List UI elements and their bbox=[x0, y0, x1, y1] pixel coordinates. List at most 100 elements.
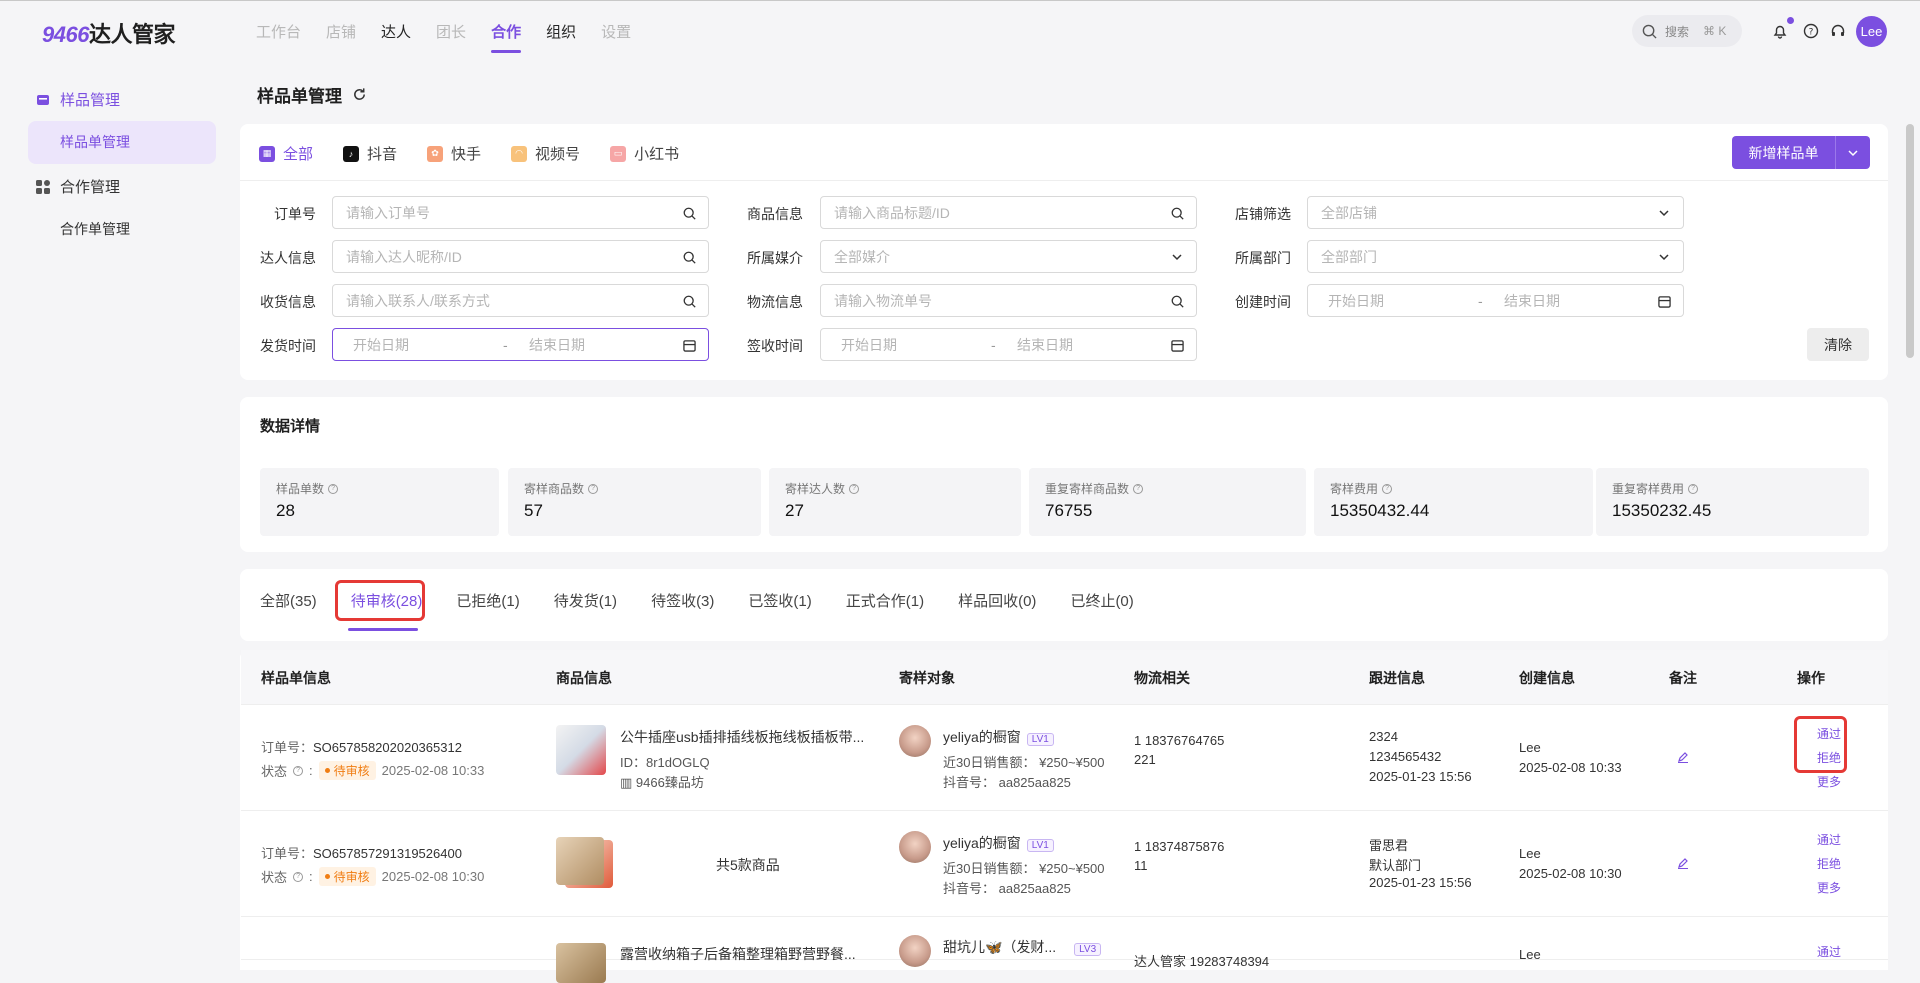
product-title[interactable]: 露营收纳箱子后备箱整理箱野营野餐... bbox=[620, 944, 856, 964]
nav-item-cooperation[interactable]: 合作 bbox=[491, 21, 522, 53]
nav-item-shop[interactable]: 店铺 bbox=[326, 21, 356, 42]
order-no-value[interactable]: SO657858202020365312 bbox=[313, 740, 462, 755]
help-icon[interactable]: ? bbox=[588, 483, 599, 494]
more-button[interactable]: 更多 bbox=[1809, 879, 1849, 896]
search-icon bbox=[682, 294, 696, 308]
help-icon[interactable]: ? bbox=[293, 871, 304, 882]
created-date-range[interactable]: 开始日期 - 结束日期 bbox=[1307, 284, 1684, 317]
stat-label: 重复寄样费用 bbox=[1612, 482, 1685, 496]
order-no-input[interactable]: 请输入订单号 bbox=[332, 196, 709, 229]
help-icon[interactable]: ? bbox=[849, 483, 860, 494]
order-status: 状态?: 待审核 2025-02-08 10:30 bbox=[261, 867, 485, 886]
status-badge: 待审核 bbox=[318, 761, 376, 780]
kol-name[interactable]: yeliya的橱窗 LV1 bbox=[943, 833, 1054, 853]
headset-icon[interactable] bbox=[1828, 21, 1848, 41]
kol-avatar[interactable] bbox=[899, 725, 931, 757]
chevron-down-icon bbox=[1657, 250, 1671, 264]
approve-button[interactable]: 通过 bbox=[1809, 831, 1849, 848]
main-nav: 工作台 店铺 达人 团长 合作 组织 设置 bbox=[256, 21, 656, 53]
calendar-icon bbox=[1170, 338, 1184, 352]
sidebar-group-cooperation[interactable]: 合作管理 bbox=[36, 176, 120, 197]
tab-kuaishou[interactable]: ✿ 快手 bbox=[427, 143, 481, 164]
kol-name[interactable]: yeliya的橱窗 LV1 bbox=[943, 727, 1054, 747]
logistics-input[interactable]: 请输入物流单号 bbox=[820, 284, 1197, 317]
sidebar-item-coop-orders[interactable]: 合作单管理 bbox=[28, 208, 216, 251]
shipped-date-range[interactable]: 开始日期 - 结束日期 bbox=[332, 328, 709, 361]
help-icon[interactable]: ? bbox=[1688, 483, 1699, 494]
sidebar-group-sample[interactable]: 样品管理 bbox=[36, 89, 120, 110]
new-sample-order-button[interactable]: 新增样品单 bbox=[1732, 136, 1870, 169]
edit-note-icon[interactable] bbox=[1677, 751, 1689, 766]
chevron-down-icon[interactable] bbox=[1835, 136, 1870, 169]
status-text: 待审核 bbox=[333, 870, 370, 884]
filter-label-shipped: 发货时间 bbox=[260, 338, 316, 354]
help-icon[interactable]: ? bbox=[1382, 483, 1393, 494]
product-thumbnail[interactable] bbox=[556, 837, 604, 885]
logistics-placeholder: 请输入物流单号 bbox=[834, 292, 932, 309]
help-icon[interactable]: ? bbox=[328, 483, 339, 494]
tab-xiaohongshu[interactable]: ▭ 小红书 bbox=[610, 143, 679, 164]
logistics-line1: 1 18376764765 bbox=[1134, 733, 1225, 748]
date-sep: - bbox=[991, 336, 996, 353]
signed-date-range[interactable]: 开始日期 - 结束日期 bbox=[820, 328, 1197, 361]
app-logo[interactable]: 9466达人管家 bbox=[42, 17, 175, 49]
tab-status-pending-sign[interactable]: 待签收(3) bbox=[651, 590, 714, 611]
nav-item-workbench[interactable]: 工作台 bbox=[256, 21, 301, 42]
tab-status-rejected[interactable]: 已拒绝(1) bbox=[456, 590, 519, 611]
shop-select[interactable]: 全部店铺 bbox=[1307, 196, 1684, 229]
tab-status-all[interactable]: 全部(35) bbox=[260, 590, 317, 611]
tab-status-signed[interactable]: 已签收(1) bbox=[748, 590, 811, 611]
xiaohongshu-icon: ▭ bbox=[610, 145, 627, 162]
reject-button[interactable]: 拒绝 bbox=[1809, 855, 1849, 872]
tab-status-pending-ship[interactable]: 待发货(1) bbox=[554, 590, 617, 611]
clear-button[interactable]: 清除 bbox=[1807, 328, 1869, 361]
help-icon[interactable]: ? bbox=[1801, 21, 1821, 41]
edit-note-icon[interactable] bbox=[1677, 857, 1689, 872]
product-title[interactable]: 公牛插座usb插排插线板拖线板插板带... bbox=[620, 727, 864, 747]
more-button[interactable]: 更多 bbox=[1809, 773, 1849, 790]
nav-item-leader[interactable]: 团长 bbox=[436, 21, 466, 42]
refresh-icon[interactable] bbox=[352, 87, 367, 102]
stat-value: 76755 bbox=[1045, 501, 1093, 520]
kol-name-text: 甜坑儿🦋（发财... bbox=[943, 939, 1057, 955]
sidebar-item-sample-orders[interactable]: 样品单管理 bbox=[28, 121, 216, 164]
search-icon bbox=[1642, 24, 1657, 39]
product-thumbnail[interactable] bbox=[556, 943, 606, 983]
page-scrollbar[interactable] bbox=[1906, 124, 1914, 358]
tab-douyin[interactable]: ♪ 抖音 bbox=[343, 143, 397, 164]
kol-name[interactable]: 甜坑儿🦋（发财... LV3 bbox=[943, 937, 1102, 957]
svg-text:?: ? bbox=[1809, 28, 1814, 38]
receiver-input[interactable]: 请输入联系人/联系方式 bbox=[332, 284, 709, 317]
order-no-value[interactable]: SO657857291319526400 bbox=[313, 846, 462, 861]
user-avatar[interactable]: Lee bbox=[1856, 16, 1887, 47]
kol-avatar[interactable] bbox=[899, 935, 931, 967]
help-icon[interactable]: ? bbox=[293, 765, 304, 776]
status-time: 2025-02-08 10:33 bbox=[381, 763, 485, 778]
calendar-icon bbox=[1657, 294, 1671, 308]
order-no: 订单号：SO657858202020365312 bbox=[261, 737, 462, 756]
product-thumbnail[interactable] bbox=[556, 725, 606, 775]
search-icon bbox=[682, 250, 696, 264]
product-input[interactable]: 请输入商品标题/ID bbox=[820, 196, 1197, 229]
media-select[interactable]: 全部媒介 bbox=[820, 240, 1197, 273]
tab-status-recycle[interactable]: 样品回收(0) bbox=[958, 590, 1036, 611]
help-icon[interactable]: ? bbox=[1133, 483, 1144, 494]
approve-button[interactable]: 通过 bbox=[1809, 943, 1849, 960]
kol-level-badge: LV1 bbox=[1026, 839, 1054, 852]
kol-avatar[interactable] bbox=[899, 831, 931, 863]
search-icon bbox=[1170, 294, 1184, 308]
table-header: 样品单信息 商品信息 寄样对象 物流相关 跟进信息 创建信息 备注 操作 bbox=[241, 650, 1888, 705]
tab-status-formal-coop[interactable]: 正式合作(1) bbox=[846, 590, 924, 611]
kol-input[interactable]: 请输入达人昵称/ID bbox=[332, 240, 709, 273]
tab-all[interactable]: ▦ 全部 bbox=[259, 143, 313, 164]
nav-item-org[interactable]: 组织 bbox=[546, 21, 576, 42]
search-icon bbox=[682, 206, 696, 220]
nav-item-kol[interactable]: 达人 bbox=[381, 21, 411, 42]
product-count[interactable]: 共5款商品 bbox=[716, 855, 780, 875]
tab-status-terminated[interactable]: 已终止(0) bbox=[1070, 590, 1133, 611]
bell-icon[interactable] bbox=[1770, 21, 1790, 41]
global-search[interactable]: 搜索 ⌘ K bbox=[1632, 15, 1742, 47]
nav-item-settings[interactable]: 设置 bbox=[601, 21, 631, 42]
dept-select[interactable]: 全部部门 bbox=[1307, 240, 1684, 273]
tab-channels[interactable]: ◠ 视频号 bbox=[511, 143, 580, 164]
